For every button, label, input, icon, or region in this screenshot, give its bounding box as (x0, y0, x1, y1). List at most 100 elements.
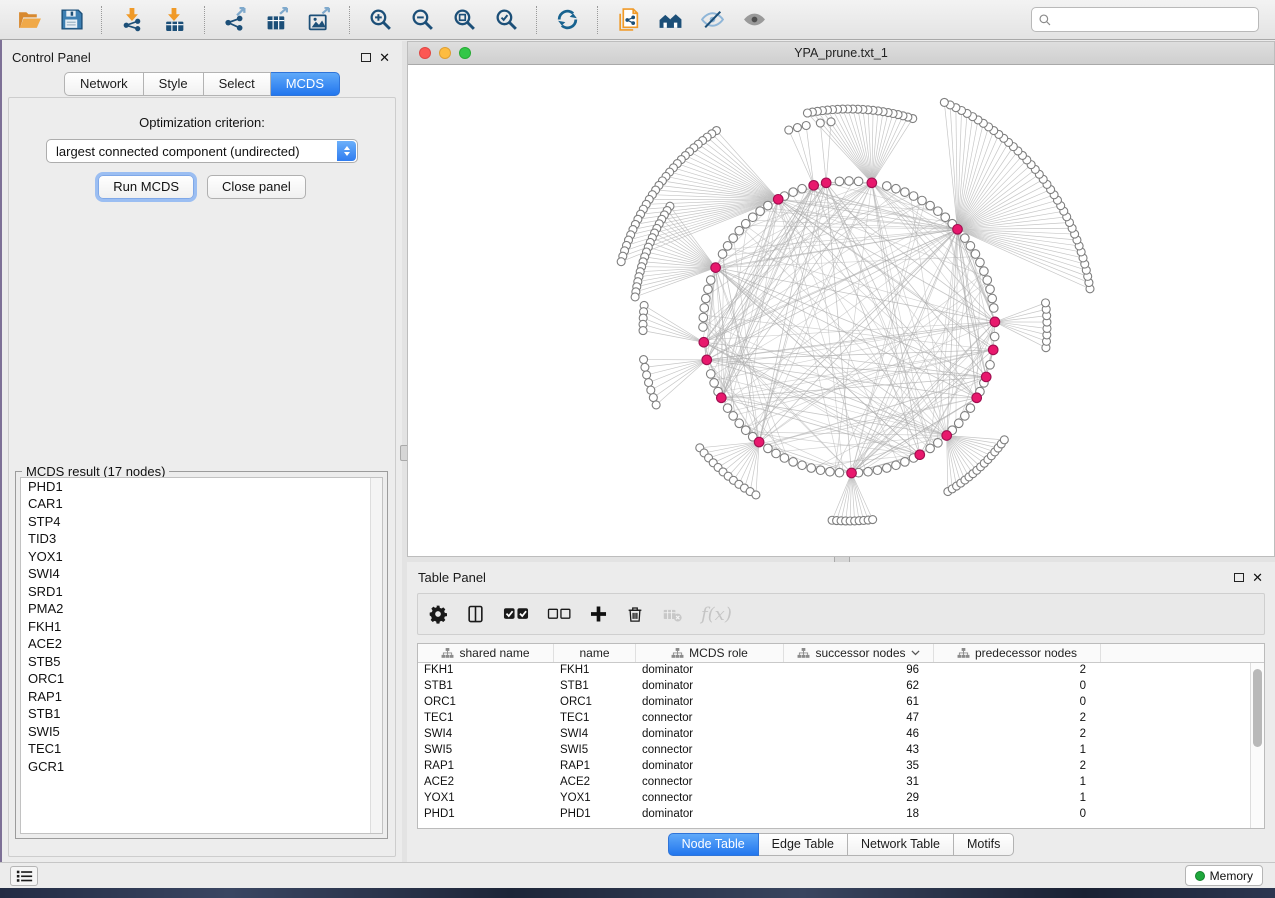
list-item[interactable]: ORC1 (21, 671, 382, 689)
list-item[interactable]: SRD1 (21, 583, 382, 601)
table-row[interactable]: YOX1YOX1connector291 (418, 791, 1250, 807)
hide-details-button[interactable] (695, 4, 729, 36)
table-cell[interactable]: YOX1 (418, 791, 554, 807)
table-cell[interactable]: 61 (784, 695, 934, 711)
table-cell[interactable]: YOX1 (554, 791, 636, 807)
list-item[interactable]: SWI5 (21, 723, 382, 741)
list-item[interactable]: PMA2 (21, 601, 382, 619)
table-cell[interactable]: SWI5 (418, 743, 554, 759)
tab-motifs[interactable]: Motifs (954, 833, 1014, 856)
table-cell[interactable]: ORC1 (554, 695, 636, 711)
list-item[interactable]: YOX1 (21, 548, 382, 566)
add-row-icon[interactable] (589, 604, 608, 624)
column-layout-icon[interactable] (466, 604, 485, 624)
search-box[interactable] (1031, 7, 1259, 32)
table-cell[interactable]: dominator (636, 663, 784, 679)
list-item[interactable]: ACE2 (21, 636, 382, 654)
table-cell[interactable]: 18 (784, 807, 934, 823)
table-vertical-scrollbar[interactable] (1250, 663, 1264, 828)
list-item[interactable]: STB1 (21, 706, 382, 724)
table-cell[interactable]: connector (636, 711, 784, 727)
table-row[interactable]: TEC1TEC1connector472 (418, 711, 1250, 727)
search-input[interactable] (1057, 13, 1252, 27)
mcds-result-list[interactable]: PHD1CAR1STP4TID3YOX1SWI4SRD1PMA2FKH1ACE2… (20, 477, 383, 834)
table-row[interactable]: SWI4SWI4dominator462 (418, 727, 1250, 743)
column-header-predecessor-nodes[interactable]: predecessor nodes (934, 644, 1101, 662)
network-graph[interactable] (408, 65, 1274, 555)
table-cell[interactable]: 29 (784, 791, 934, 807)
table-cell[interactable]: 2 (934, 759, 1101, 775)
first-neighbors-button[interactable] (653, 4, 687, 36)
table-row[interactable]: RAP1RAP1dominator352 (418, 759, 1250, 775)
run-mcds-button[interactable]: Run MCDS (98, 175, 194, 199)
table-cell[interactable]: dominator (636, 759, 784, 775)
select-all-checkboxes-icon[interactable] (503, 604, 529, 624)
table-cell[interactable]: 35 (784, 759, 934, 775)
table-cell[interactable]: 62 (784, 679, 934, 695)
column-settings-icon[interactable] (428, 604, 448, 624)
table-cell[interactable]: 2 (934, 727, 1101, 743)
delete-row-icon[interactable] (626, 604, 644, 624)
tab-edge-table[interactable]: Edge Table (759, 833, 848, 856)
table-cell[interactable]: 46 (784, 727, 934, 743)
list-item[interactable]: SWI4 (21, 566, 382, 584)
memory-button[interactable]: Memory (1185, 865, 1263, 886)
save-session-button[interactable] (54, 4, 88, 36)
table-cell[interactable]: 43 (784, 743, 934, 759)
import-network-button[interactable] (115, 4, 149, 36)
list-item[interactable]: FKH1 (21, 618, 382, 636)
table-cell[interactable]: TEC1 (418, 711, 554, 727)
table-row[interactable]: ORC1ORC1dominator610 (418, 695, 1250, 711)
table-row[interactable]: PHD1PHD1dominator180 (418, 807, 1250, 823)
table-cell[interactable]: dominator (636, 679, 784, 695)
table-row[interactable]: STB1STB1dominator620 (418, 679, 1250, 695)
list-item[interactable]: STP4 (21, 513, 382, 531)
table-cell[interactable]: 0 (934, 807, 1101, 823)
close-panel-icon[interactable]: ✕ (379, 51, 390, 64)
zoom-fit-button[interactable] (447, 4, 481, 36)
table-cell[interactable]: 0 (934, 679, 1101, 695)
optimization-criterion-select[interactable]: largest connected component (undirected) (46, 139, 358, 163)
list-item[interactable]: CAR1 (21, 496, 382, 514)
export-table-button[interactable] (260, 4, 294, 36)
table-cell[interactable]: PHD1 (554, 807, 636, 823)
tab-node-table[interactable]: Node Table (668, 833, 759, 856)
zoom-out-button[interactable] (405, 4, 439, 36)
table-cell[interactable]: connector (636, 791, 784, 807)
open-file-button[interactable] (12, 4, 46, 36)
tab-network[interactable]: Network (64, 72, 144, 96)
task-history-button[interactable] (10, 866, 38, 886)
export-network-button[interactable] (218, 4, 252, 36)
list-item[interactable]: TEC1 (21, 741, 382, 759)
table-cell[interactable]: dominator (636, 695, 784, 711)
table-cell[interactable]: 1 (934, 791, 1101, 807)
network-canvas[interactable] (408, 65, 1274, 556)
float-table-panel-icon[interactable] (1234, 573, 1244, 582)
table-cell[interactable]: STB1 (554, 679, 636, 695)
close-panel-button[interactable]: Close panel (207, 175, 306, 199)
scrollbar-thumb[interactable] (1253, 669, 1262, 747)
import-table-button[interactable] (157, 4, 191, 36)
result-list-scrollbar[interactable] (370, 478, 382, 833)
list-item[interactable]: RAP1 (21, 688, 382, 706)
list-item[interactable]: PHD1 (21, 478, 382, 496)
export-image-button[interactable] (302, 4, 336, 36)
table-row[interactable]: ACE2ACE2connector311 (418, 775, 1250, 791)
refresh-button[interactable] (550, 4, 584, 36)
column-header-successor-nodes[interactable]: successor nodes (784, 644, 934, 662)
show-details-button[interactable] (737, 4, 771, 36)
table-cell[interactable]: STB1 (418, 679, 554, 695)
deselect-all-checkboxes-icon[interactable] (547, 604, 571, 624)
table-cell[interactable]: RAP1 (554, 759, 636, 775)
column-header-name[interactable]: name (554, 644, 636, 662)
network-window-titlebar[interactable]: YPA_prune.txt_1 (408, 42, 1274, 65)
table-row[interactable]: FKH1FKH1dominator962 (418, 663, 1250, 679)
list-item[interactable]: STB5 (21, 653, 382, 671)
table-cell[interactable]: connector (636, 743, 784, 759)
tab-select[interactable]: Select (204, 72, 271, 96)
duplicate-network-button[interactable] (611, 4, 645, 36)
table-cell[interactable]: RAP1 (418, 759, 554, 775)
table-cell[interactable]: 96 (784, 663, 934, 679)
table-cell[interactable]: FKH1 (554, 663, 636, 679)
table-cell[interactable]: 2 (934, 711, 1101, 727)
